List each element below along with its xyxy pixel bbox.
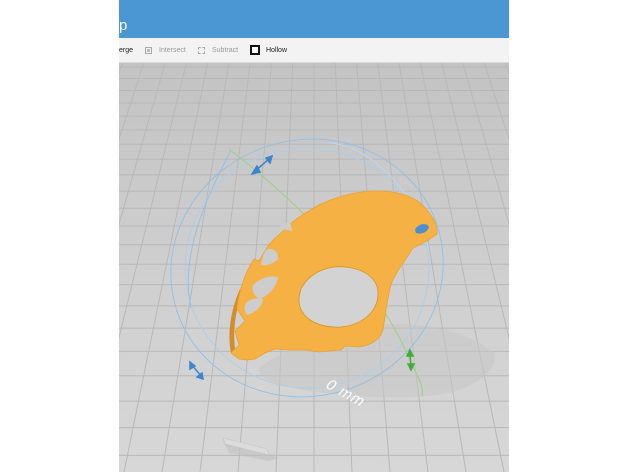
app-window: p erge Intersect Subtract Hollow 0 mm [119,0,509,472]
subtract-button[interactable]: Subtract [198,38,238,62]
hollow-button[interactable]: Hollow [250,38,287,62]
window-title: p [119,17,128,34]
title-bar: p [119,0,509,38]
subtract-label: Subtract [212,46,239,54]
boolean-toolbar: erge Intersect Subtract Hollow [119,38,509,63]
subtract-icon [198,46,205,54]
3d-viewport[interactable]: 0 mm [119,63,509,472]
merge-label: erge [119,46,134,54]
hollow-icon [250,45,260,55]
merge-button[interactable]: erge [119,38,133,62]
intersect-icon [145,46,152,54]
scene-canvas[interactable] [119,63,509,472]
intersect-button[interactable]: Intersect [145,38,186,62]
intersect-label: Intersect [159,46,186,54]
hollow-label: Hollow [266,46,288,54]
